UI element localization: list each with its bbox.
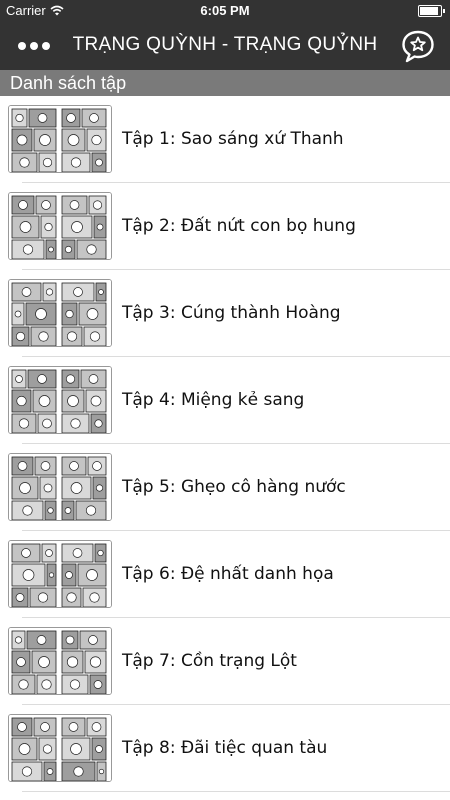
episode-title: Tập 1: Sao sáng xứ Thanh — [122, 129, 344, 149]
episode-title: Tập 3: Cúng thành Hoàng — [122, 303, 341, 323]
episode-thumbnail — [8, 453, 112, 521]
episode-title: Tập 4: Miệng kẻ sang — [122, 390, 305, 410]
episode-row[interactable]: Tập 5: Ghẹo cô hàng nước — [0, 444, 450, 531]
episode-thumbnail — [8, 279, 112, 347]
episode-thumbnail — [8, 714, 112, 782]
episode-row[interactable]: Tập 7: Cồn trạng Lột — [0, 618, 450, 705]
episode-row[interactable]: Tập 2: Đất nứt con bọ hung — [0, 183, 450, 270]
status-bar: Carrier 6:05 PM — [0, 0, 450, 22]
episode-thumbnail — [8, 540, 112, 608]
episode-list: Tập 1: Sao sáng xứ Thanh Tập 2: Đất nứt c… — [0, 96, 450, 792]
episode-title: Tập 8: Đãi tiệc quan tàu — [122, 738, 328, 758]
episode-title: Tập 5: Ghẹo cô hàng nước — [122, 477, 346, 497]
section-header: Danh sách tập — [0, 70, 450, 96]
episode-title: Tập 2: Đất nứt con bọ hung — [122, 216, 356, 236]
episode-title: Tập 6: Đệ nhất danh họa — [122, 564, 334, 584]
favorites-button[interactable] — [400, 28, 436, 64]
navigation-bar: TRẠNG QUỲNH - TRẠNG QUỶNH — [0, 22, 450, 70]
episode-row[interactable]: Tập 3: Cúng thành Hoàng — [0, 270, 450, 357]
star-chat-bubble-icon — [402, 30, 434, 63]
episode-thumbnail — [8, 366, 112, 434]
top-bar: Carrier 6:05 PM TRẠNG QUỲNH - TRẠNG QUỶN… — [0, 0, 450, 70]
episode-thumbnail — [8, 627, 112, 695]
episode-row[interactable]: Tập 6: Đệ nhất danh họa — [0, 531, 450, 618]
clock: 6:05 PM — [200, 3, 250, 18]
episode-thumbnail — [8, 192, 112, 260]
episode-thumbnail — [8, 105, 112, 173]
page-title: TRẠNG QUỲNH - TRẠNG QUỶNH — [72, 34, 378, 55]
episode-row[interactable]: Tập 4: Miệng kẻ sang — [0, 357, 450, 444]
episode-row[interactable]: Tập 8: Đãi tiệc quan tàu — [0, 705, 450, 792]
episode-title: Tập 7: Cồn trạng Lột — [122, 651, 297, 671]
battery-icon — [418, 5, 445, 17]
episode-row[interactable]: Tập 1: Sao sáng xứ Thanh — [0, 96, 450, 183]
